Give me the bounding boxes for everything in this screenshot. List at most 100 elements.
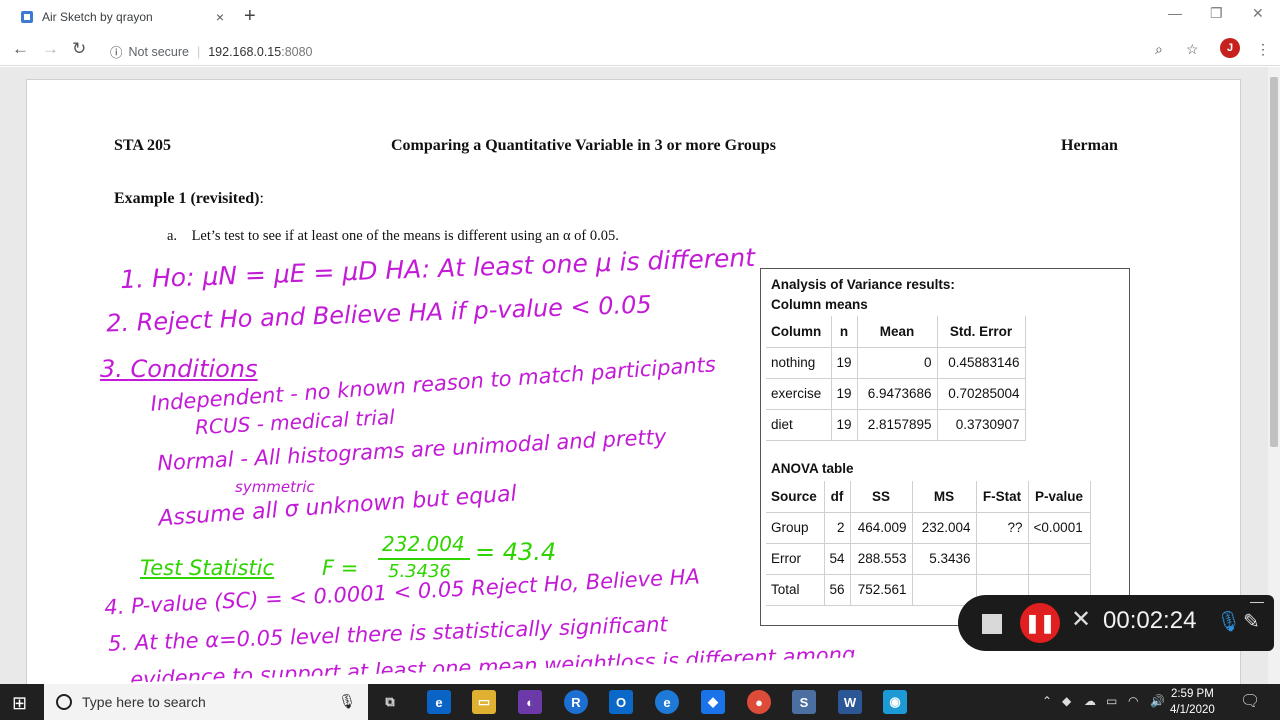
table-cell: 464.009 [850,512,913,544]
table-row: nothing 19 0 0.45883146 [766,347,1026,379]
address-bar: ← → ↻ ⓘ Not secure | 192.168.0.15:8080 ⌕… [0,33,1280,66]
doc-title: Comparing a Quantitative Variable in 3 o… [391,137,776,154]
onedrive-icon[interactable]: ☁ [1084,694,1096,708]
new-tab-button[interactable]: + [244,5,256,28]
hw-f-result: = 43.4 [475,538,557,566]
bookmark-star-icon[interactable]: ☆ [1186,41,1199,58]
windows-start-icon[interactable]: ⊞ [12,693,27,714]
question-text: Let’s test to see if at least one of the… [191,228,619,244]
dropbox-tray-icon[interactable]: ◆ [1062,694,1071,708]
paint-icon[interactable]: ◐ [518,690,542,714]
table-cell: 0.70285004 [937,378,1026,410]
url-port: :8080 [281,44,313,59]
file-explorer-icon[interactable]: ▭ [472,690,496,714]
volume-icon[interactable]: 🔊 [1150,694,1165,708]
table-cell: 232.004 [912,512,977,544]
forward-icon[interactable]: → [42,39,59,59]
anova-results-title: Analysis of Variance results: [771,277,955,292]
column-header: MS [912,481,977,513]
minimize-recorder-icon[interactable]: — [1250,593,1264,609]
hw-f-label: F = [322,556,359,580]
table-cell [1028,543,1091,575]
word-icon[interactable]: W [838,690,862,714]
hw-fraction-bar [378,558,470,560]
chrome-icon[interactable]: ● [747,690,771,714]
table-cell: nothing [766,347,832,379]
tab-close-icon[interactable]: × [216,9,224,25]
wifi-icon[interactable]: ◠ [1128,694,1138,708]
hw-test-statistic-label: Test Statistic [140,556,275,580]
profile-avatar[interactable]: J [1220,38,1240,58]
recorder-widget: ❚❚ ✕ 00:02:24 🎙 ✎ — [958,593,1274,651]
back-icon[interactable]: ← [12,39,29,59]
sas-icon[interactable]: S [792,690,816,714]
scrollbar[interactable] [1268,67,1280,684]
table-cell: 54 [824,543,851,575]
tab-strip: Air Sketch by qrayon × + — ❐ ✕ [0,0,1280,33]
clock-time: 2:59 PM [1170,688,1214,700]
column-means-table: Column n Mean Std. Error nothing 19 0 0.… [766,316,1026,441]
anova-results-panel: Analysis of Variance results: Column mea… [760,268,1130,626]
table-cell: 2.8157895 [857,409,938,441]
minimize-icon[interactable]: — [1168,5,1182,21]
table-cell: Total [766,574,825,606]
table-row: exercise 19 6.9473686 0.70285004 [766,378,1026,410]
table-row: Error 54 288.553 5.3436 [766,543,1091,575]
example-colon: : [259,190,264,207]
table-cell: 0.45883146 [937,347,1026,379]
cortana-icon [56,694,72,710]
info-icon[interactable]: ⓘ [110,42,123,61]
outlook-icon[interactable]: O [609,690,633,714]
table-cell: 6.9473686 [857,378,938,410]
task-view-icon[interactable]: ⧉ [378,690,402,714]
microphone-icon[interactable]: 🎙 [1216,609,1241,634]
question-a: a. Let’s test to see if at least one of … [167,228,619,245]
hw-line-symmetric: symmetric [235,478,315,496]
notifications-icon[interactable]: 🗨 [1240,691,1260,711]
internet-explorer-icon[interactable]: e [655,690,679,714]
restore-icon[interactable]: ❐ [1210,5,1223,22]
example-title: Example 1 (revisited) [114,190,260,207]
cancel-recording-icon[interactable]: ✕ [1071,605,1091,634]
table-header-row: Source df SS MS F-Stat P-value [766,481,1091,513]
taskbar-search[interactable]: Type here to search 🎙 [44,684,368,720]
table-row: Group 2 464.009 232.004 ?? <0.0001 [766,512,1091,544]
tray-chevron-icon[interactable]: ⌃ [1042,694,1052,708]
url-separator: | [196,44,201,59]
table-cell: 0 [857,347,938,379]
reload-icon[interactable]: ↻ [72,39,86,59]
column-header: SS [850,481,913,513]
table-cell: <0.0001 [1028,512,1091,544]
url-host: 192.168.0.15 [208,44,282,59]
table-cell: ?? [976,512,1029,544]
table-cell: diet [766,409,832,441]
table-cell: 19 [831,347,858,379]
menu-kebab-icon[interactable]: ⋮ [1256,41,1270,58]
table-cell: 5.3436 [912,543,977,575]
r-app-icon[interactable]: R [564,690,588,714]
stop-button[interactable] [982,614,1002,634]
column-header: Mean [857,316,938,348]
table-cell: Group [766,512,825,544]
pen-icon[interactable]: ✎ [1243,609,1260,634]
question-label: a. [167,228,178,244]
anova-table-title: ANOVA table [771,461,854,476]
author-label: Herman [1061,137,1118,154]
edge-icon[interactable]: e [427,690,451,714]
hw-line-conditions: 3. Conditions [100,355,258,383]
url-field[interactable]: ⓘ Not secure | 192.168.0.15:8080 [110,42,313,61]
table-cell: exercise [766,378,832,410]
airsketch-app-icon[interactable]: ◉ [883,690,907,714]
zoom-icon[interactable]: ⌕ [1155,41,1163,58]
battery-icon[interactable]: ▭ [1106,694,1117,708]
browser-tab[interactable]: Air Sketch by qrayon × [8,0,234,33]
scrollbar-thumb[interactable] [1270,77,1278,447]
dropbox-icon[interactable]: ◆ [701,690,725,714]
voice-search-icon[interactable]: 🎙 [338,693,356,710]
table-cell: 0.3730907 [937,409,1026,441]
window-close-icon[interactable]: ✕ [1252,5,1264,22]
taskbar-clock[interactable]: 2:59 PM 4/1/2020 [1170,686,1215,718]
pause-button[interactable]: ❚❚ [1020,603,1060,643]
table-header-row: Column n Mean Std. Error [766,316,1026,348]
table-cell: Error [766,543,825,575]
